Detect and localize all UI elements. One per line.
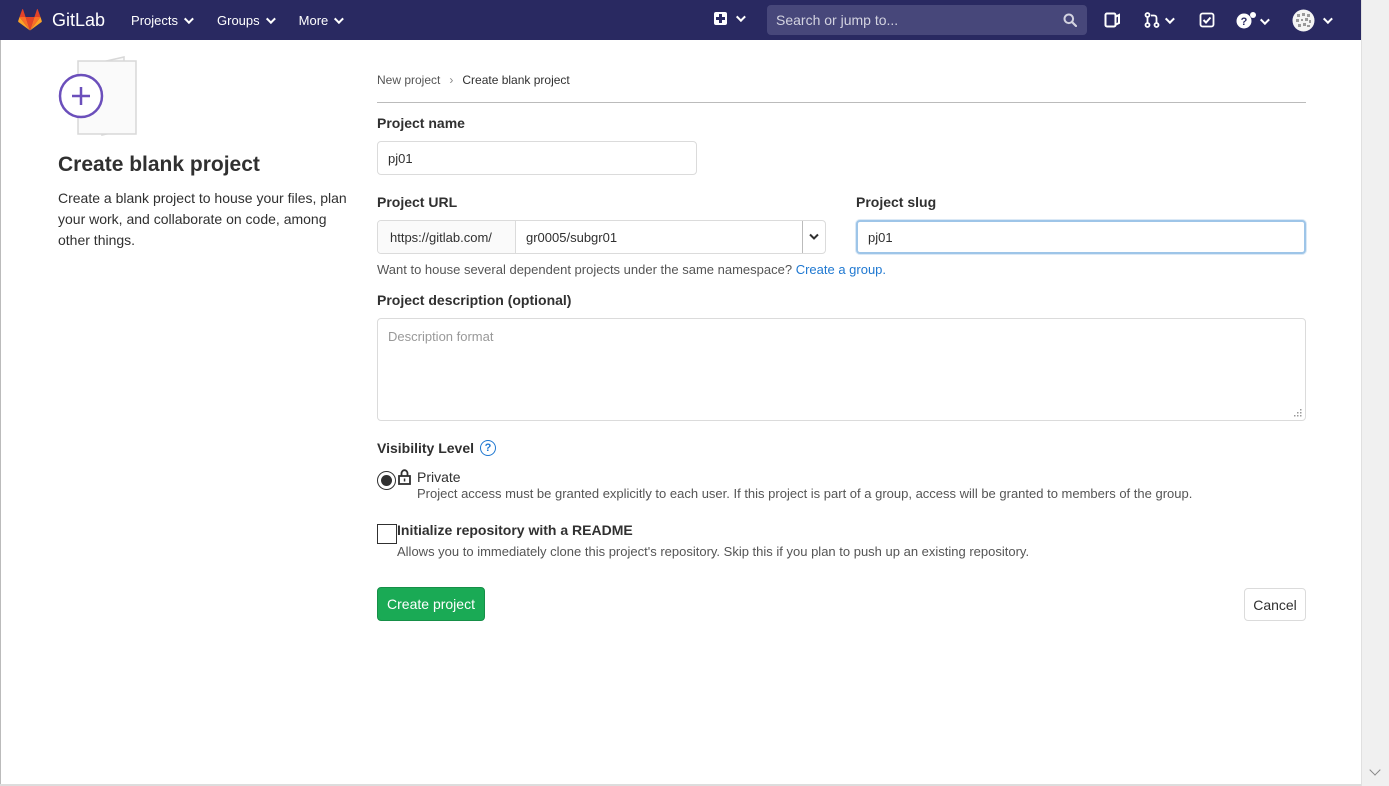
chevron-down-icon bbox=[334, 13, 345, 24]
vertical-scrollbar[interactable] bbox=[1361, 0, 1389, 786]
initialize-readme-description: Allows you to immediately clone this pro… bbox=[397, 544, 1030, 559]
chevron-down-icon bbox=[1164, 13, 1175, 24]
page-description: Create a blank project to house your fil… bbox=[58, 190, 347, 248]
project-description-label: Project description (optional) bbox=[377, 292, 572, 308]
new-item-dropdown[interactable] bbox=[714, 12, 746, 25]
visibility-level-heading: Visibility Level ? bbox=[377, 440, 497, 456]
breadcrumb-separator-icon: › bbox=[449, 73, 454, 87]
chevron-down-icon bbox=[265, 13, 276, 24]
gitlab-logo-icon bbox=[18, 9, 42, 31]
todos-button[interactable] bbox=[1199, 12, 1215, 28]
project-name-input[interactable]: pj01 bbox=[377, 141, 697, 175]
nav-projects[interactable]: Projects bbox=[131, 12, 194, 28]
visibility-private-description: Project access must be granted explicitl… bbox=[417, 486, 1193, 501]
svg-text:?: ? bbox=[1241, 16, 1248, 28]
help-question-icon: ? bbox=[1236, 12, 1256, 29]
chevron-down-icon bbox=[735, 12, 746, 23]
search-box[interactable] bbox=[767, 5, 1087, 35]
todo-check-icon bbox=[1199, 12, 1215, 28]
user-menu[interactable] bbox=[1292, 9, 1333, 32]
chevron-down-icon bbox=[809, 233, 819, 240]
namespace-dropdown-toggle[interactable] bbox=[803, 221, 825, 253]
resize-grip-icon[interactable] bbox=[1294, 409, 1302, 417]
nav-more[interactable]: More bbox=[298, 12, 345, 28]
chevron-down-icon bbox=[1322, 14, 1333, 25]
blank-project-illustration-icon bbox=[58, 56, 137, 136]
project-slug-input[interactable]: pj01 bbox=[856, 220, 1306, 254]
issues-icon bbox=[1104, 12, 1120, 28]
chevron-down-icon bbox=[183, 13, 194, 24]
project-description-textarea[interactable]: Description format bbox=[377, 318, 1306, 421]
namespace-help-message: Want to house several dependent projects… bbox=[377, 262, 793, 277]
initialize-readme-label: Initialize repository with a README bbox=[397, 522, 633, 538]
search-input[interactable] bbox=[776, 12, 1056, 28]
brand-name: GitLab bbox=[52, 9, 106, 30]
visibility-private-radio[interactable] bbox=[377, 471, 396, 490]
nav-more-label: More bbox=[298, 12, 329, 28]
visibility-level-label: Visibility Level bbox=[377, 440, 475, 456]
breadcrumb: New project › Create blank project bbox=[377, 73, 570, 87]
help-button[interactable]: ? bbox=[1236, 12, 1270, 30]
merge-requests-button[interactable] bbox=[1144, 12, 1175, 28]
breadcrumb-current: Create blank project bbox=[462, 73, 570, 87]
divider bbox=[377, 102, 1306, 103]
top-navbar: GitLab Projects Groups More Search or ju… bbox=[0, 0, 1361, 40]
scroll-down-arrow-icon[interactable] bbox=[1369, 764, 1381, 776]
create-project-button[interactable]: Create project bbox=[377, 587, 485, 621]
create-group-link[interactable]: Create a group. bbox=[796, 262, 886, 277]
project-name-label: Project name bbox=[377, 115, 465, 131]
description-placeholder: Description format bbox=[388, 329, 494, 344]
namespace-select[interactable]: gr0005/subgr01 bbox=[516, 221, 803, 253]
page-title: Create blank project bbox=[58, 153, 260, 176]
initialize-readme-checkbox[interactable] bbox=[377, 524, 397, 544]
visibility-private-label: Private bbox=[417, 469, 461, 485]
merge-request-icon bbox=[1144, 12, 1160, 28]
breadcrumb-new-project[interactable]: New project bbox=[377, 73, 440, 87]
project-name-value: pj01 bbox=[388, 150, 413, 166]
nav-groups-label: Groups bbox=[217, 12, 260, 28]
issues-button[interactable] bbox=[1104, 12, 1120, 28]
lock-icon bbox=[398, 469, 411, 485]
project-url-label: Project URL bbox=[377, 194, 458, 210]
chevron-down-icon bbox=[1259, 14, 1270, 25]
window-border bbox=[0, 40, 1, 786]
project-url-group: https://gitlab.com/ gr0005/subgr01 bbox=[377, 220, 826, 254]
cancel-button[interactable]: Cancel bbox=[1244, 588, 1306, 621]
question-circle-icon[interactable]: ? bbox=[480, 440, 497, 456]
project-slug-value: pj01 bbox=[868, 229, 893, 245]
search-icon bbox=[1063, 13, 1077, 27]
project-slug-label: Project slug bbox=[856, 194, 937, 210]
nav-groups[interactable]: Groups bbox=[217, 12, 276, 28]
plus-square-icon bbox=[714, 12, 727, 25]
gitlab-home-link[interactable]: GitLab bbox=[18, 9, 105, 31]
nav-projects-label: Projects bbox=[131, 12, 179, 28]
avatar bbox=[1292, 9, 1315, 32]
url-prefix: https://gitlab.com/ bbox=[378, 221, 516, 253]
namespace-help-text: Want to house several dependent projects… bbox=[377, 262, 886, 277]
